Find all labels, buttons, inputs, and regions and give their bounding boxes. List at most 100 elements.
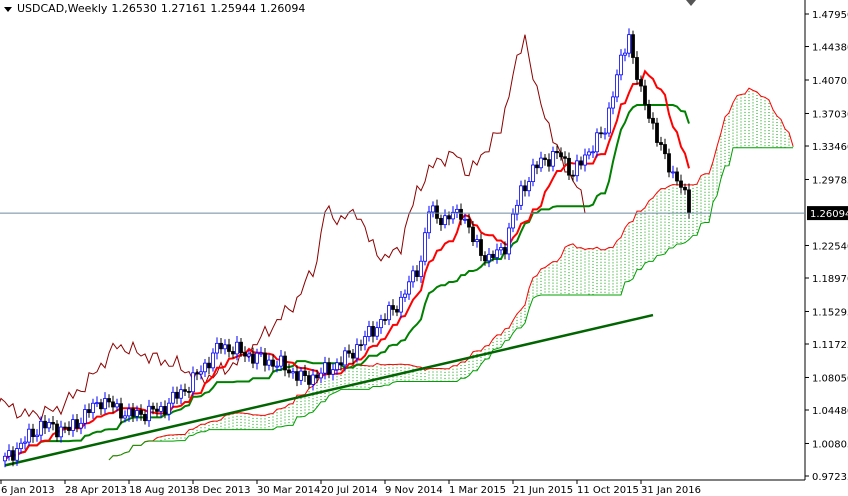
candle-body xyxy=(535,164,539,169)
candle-body xyxy=(455,208,459,213)
candle-body xyxy=(411,270,415,283)
candle-body xyxy=(631,34,635,58)
candle-body xyxy=(443,215,447,226)
price-chart[interactable]: 1.47950 1.44380 1.40705 1.37030 1.33460 1.297… xyxy=(0,0,848,496)
candle-body xyxy=(659,142,663,145)
candle-body xyxy=(119,403,123,419)
candle-body xyxy=(271,359,275,367)
candle-body xyxy=(547,159,551,167)
candle-body xyxy=(187,390,191,393)
candle-body xyxy=(115,403,119,408)
candle-body xyxy=(147,405,151,422)
candle-body xyxy=(79,422,83,429)
candle-body xyxy=(555,151,559,154)
price-tick-label: 1.18970 xyxy=(812,274,848,285)
candle-body xyxy=(295,371,299,381)
candle-body xyxy=(27,428,31,443)
time-tick-label: 30 Mar 2014 xyxy=(257,485,320,496)
time-tick-label: 20 Jul 2014 xyxy=(321,485,378,496)
price-tick-label: 1.40705 xyxy=(812,76,848,87)
high-value: 1.27161 xyxy=(160,2,207,15)
time-tick-label: 28 Apr 2013 xyxy=(65,485,127,496)
candle-body xyxy=(235,341,239,355)
candle-body xyxy=(559,152,563,158)
candle-body xyxy=(143,413,147,422)
price-tick-label: 0.97235 xyxy=(812,472,848,483)
price-tick-label: 1.00805 xyxy=(812,439,848,450)
senkou-span-a-line xyxy=(108,87,794,461)
candle-body xyxy=(363,336,367,346)
candle-body xyxy=(315,374,319,379)
candle-body xyxy=(467,218,471,228)
candle-body xyxy=(663,144,667,155)
symbol-label: USDCAD,Weekly xyxy=(17,2,108,15)
candle-body xyxy=(83,409,87,424)
candle-body xyxy=(259,352,263,355)
candle-body xyxy=(247,353,251,357)
candle-body xyxy=(575,160,579,177)
candle-body xyxy=(487,253,491,262)
candle-body xyxy=(587,151,591,156)
candle-body xyxy=(655,122,659,143)
candle-body xyxy=(239,341,243,354)
candle-body xyxy=(35,434,39,437)
candle-body xyxy=(399,296,403,313)
price-tick-label: 1.15295 xyxy=(812,307,848,318)
candle-body xyxy=(427,211,431,234)
candle-body xyxy=(19,442,23,449)
time-tick-label: 21 Jun 2015 xyxy=(513,485,573,496)
candle-body xyxy=(591,151,595,154)
candle-body xyxy=(43,420,47,429)
dropdown-triangle-icon[interactable] xyxy=(4,6,12,12)
time-tick-label: 11 Oct 2015 xyxy=(577,485,639,496)
candle-body xyxy=(635,57,639,80)
candle-body xyxy=(407,281,411,295)
candle-body xyxy=(359,344,363,347)
candle-body xyxy=(675,171,679,182)
candle-body xyxy=(507,227,511,255)
candle-body xyxy=(15,448,19,461)
candle-body xyxy=(283,355,287,371)
candle-body xyxy=(615,74,619,98)
candle-body xyxy=(299,370,303,381)
trendline xyxy=(4,313,654,467)
candle-body xyxy=(495,249,499,258)
chart-window[interactable]: USDCAD,Weekly 1.26530 1.27161 1.25944 1.2609… xyxy=(0,0,848,496)
candle-body xyxy=(171,391,175,404)
price-tick-label: 1.44380 xyxy=(812,43,848,54)
candle-body xyxy=(607,107,611,134)
candle-body xyxy=(67,426,71,431)
candle-body xyxy=(227,344,231,352)
candle-body xyxy=(211,352,215,369)
price-tick-label: 1.37030 xyxy=(812,109,848,120)
candle-body xyxy=(567,157,571,176)
candle-body xyxy=(3,455,7,462)
price-tick-label: 1.08050 xyxy=(812,373,848,384)
candle-body xyxy=(651,117,655,124)
candle-body xyxy=(435,205,439,219)
candle-body xyxy=(563,156,567,159)
candle-body xyxy=(279,355,283,367)
candle-body xyxy=(687,189,691,214)
candle-body xyxy=(91,402,95,414)
candle-body xyxy=(627,34,631,54)
candle-body xyxy=(155,408,159,412)
current-price-label: 1.26094 xyxy=(810,209,848,220)
candle-body xyxy=(151,405,155,410)
candle-body xyxy=(23,441,27,444)
candle-body xyxy=(463,218,467,221)
candle-body xyxy=(47,422,51,429)
candle-body xyxy=(523,185,527,192)
candle-body xyxy=(255,352,259,364)
candle-body xyxy=(679,180,683,188)
candle-body xyxy=(163,406,167,415)
time-tick-label: 6 Jan 2013 xyxy=(1,485,55,496)
candle-body xyxy=(403,293,407,298)
candle-body xyxy=(303,370,307,377)
candle-body xyxy=(415,270,419,277)
candle-body xyxy=(527,181,531,192)
candle-body xyxy=(475,239,479,243)
candle-body xyxy=(243,352,247,357)
candle-body xyxy=(287,369,291,374)
candle-body xyxy=(595,132,599,153)
